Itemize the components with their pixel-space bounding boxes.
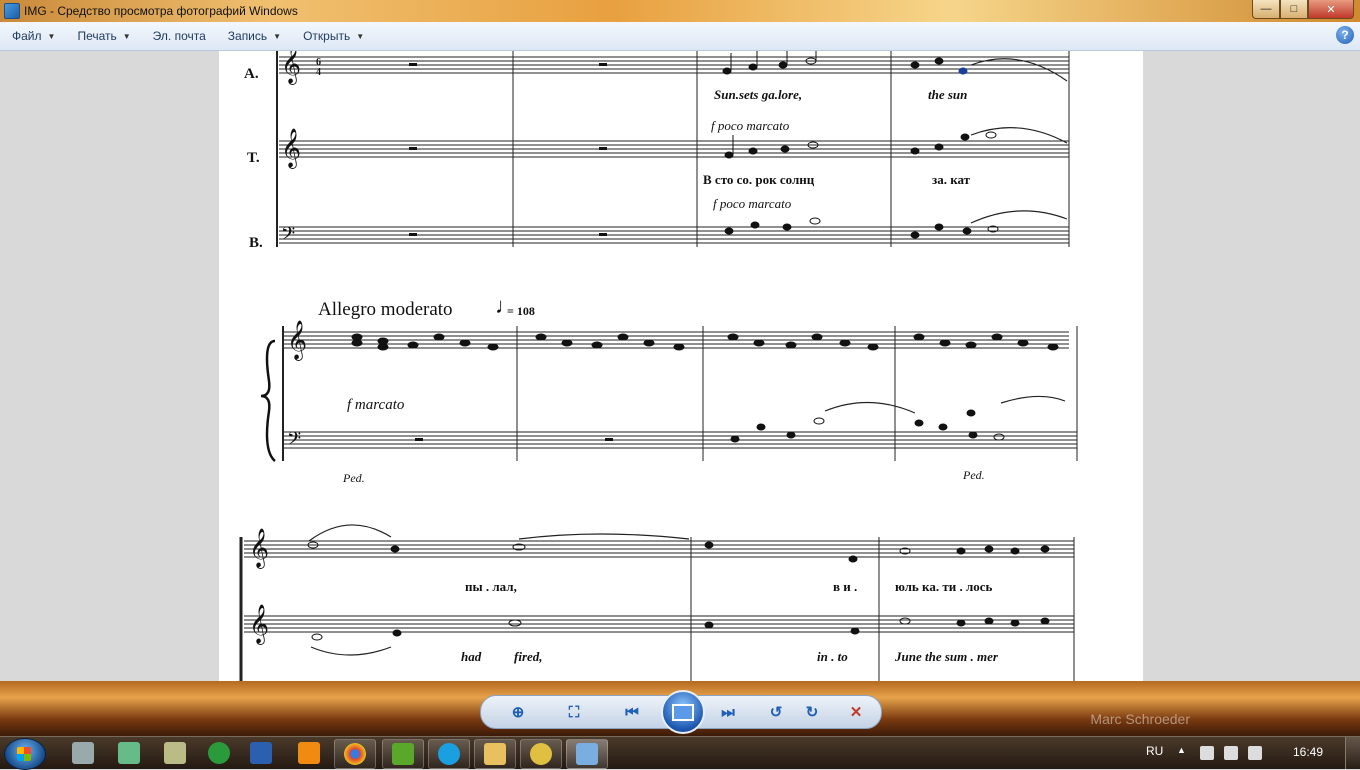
skype-icon [438, 743, 460, 765]
lyric-s2-7: June the sum . mer [894, 649, 999, 664]
maximize-button[interactable]: □ [1280, 0, 1308, 19]
previous-icon[interactable]: ⏮ [621, 702, 643, 722]
taskbar-utorrent[interactable] [382, 739, 424, 769]
menu-email[interactable]: Эл. почта [141, 22, 216, 50]
dynamic-piano: f marcato [347, 397, 405, 413]
network-tool-icon[interactable] [118, 742, 140, 764]
menu-print-label: Печать [77, 29, 117, 43]
part-label-bass: B. [249, 235, 263, 251]
zoom-icon[interactable]: ⊕ [507, 702, 529, 722]
taskbar-skype[interactable] [428, 739, 470, 769]
windows-logo-icon [17, 747, 31, 761]
image-viewport[interactable]: 𝄞 𝄞 𝄞 𝄞 𝄞 𝄢 𝄢 A. T. B. 6 4 Sun.sets ga.l… [0, 51, 1360, 681]
lyric-alto-2: the sun [928, 87, 967, 102]
menu-burn-label: Запись [227, 29, 268, 43]
actual-size-icon[interactable]: ⛶ [563, 702, 585, 722]
triangle-app-icon [530, 743, 552, 765]
close-button[interactable]: ✕ [1308, 0, 1354, 19]
bass-clef-icon: 𝄢 [287, 428, 301, 453]
menu-open[interactable]: Открыть ▼ [291, 22, 374, 50]
photo-viewer-icon [576, 743, 598, 765]
lyric-s2-6: in . to [817, 649, 848, 664]
lyric-s2-2: в и . [833, 579, 857, 594]
tray-device-icon[interactable] [1200, 746, 1214, 760]
treble-clef-icon: 𝄞 [249, 605, 269, 645]
folder-icon [484, 743, 506, 765]
lyric-s2-5: fired, [514, 649, 543, 664]
chevron-down-icon: ▼ [356, 31, 365, 41]
help-button[interactable]: ? [1336, 26, 1354, 44]
score-drawing: 𝄞 𝄞 𝄞 𝄞 𝄞 𝄢 𝄢 A. T. B. 6 4 Sun.sets ga.l… [239, 51, 1078, 681]
menu-open-label: Открыть [303, 29, 351, 43]
desktop-watermark: Marc Schroeder [1090, 711, 1190, 727]
time-signature-bottom: 4 [316, 67, 321, 78]
lyric-s2-4: had [461, 649, 482, 664]
menu-print[interactable]: Печать ▼ [65, 22, 140, 50]
taskbar-explorer[interactable] [474, 739, 516, 769]
lyric-tenor-1: В сто со. рок солнц [703, 172, 815, 187]
show-desktop-button[interactable] [1345, 737, 1360, 769]
printer-icon[interactable] [72, 742, 94, 764]
slideshow-icon [672, 703, 694, 721]
start-button[interactable] [4, 738, 46, 770]
viewer-toolbar: ⊕ ⛶ ⏮ ⏭ ↺ ↻ ✕ [480, 690, 882, 734]
lyric-tenor-2: за. кат [932, 172, 971, 187]
rotate-ccw-icon[interactable]: ↺ [765, 702, 787, 722]
part-label-alto: A. [244, 66, 259, 82]
window-controls: — □ ✕ [1252, 0, 1354, 19]
vlc-icon[interactable] [298, 742, 320, 764]
lyric-s2-1: пы . лал, [465, 579, 517, 594]
playback-control-strip: Marc Schroeder ⊕ ⛶ ⏮ ⏭ ↺ ↻ ✕ [0, 681, 1360, 736]
menu-file-label: Файл [12, 29, 42, 43]
taskbar-photo-viewer[interactable] [566, 739, 608, 769]
sheet-music-image: 𝄞 𝄞 𝄞 𝄞 𝄞 𝄢 𝄢 A. T. B. 6 4 Sun.sets ga.l… [219, 51, 1143, 681]
tempo-marking: Allegro moderato [318, 299, 453, 320]
tray-expand-icon[interactable]: ▲ [1177, 745, 1186, 755]
taskbar-app[interactable] [520, 739, 562, 769]
window-title: IMG - Средство просмотра фотографий Wind… [24, 4, 298, 18]
minimize-button[interactable]: — [1252, 0, 1280, 19]
torrent-icon[interactable] [208, 742, 230, 764]
tray-flag-icon[interactable] [1224, 746, 1238, 760]
pedal-mark-2: Ped. [962, 468, 985, 482]
treble-clef-icon: 𝄞 [249, 529, 269, 569]
photo-viewer-app-icon [4, 3, 20, 19]
word-icon[interactable] [250, 742, 272, 764]
treble-clef-icon: 𝄞 [287, 321, 307, 361]
clock[interactable]: 16:49 [1293, 745, 1323, 759]
chrome-icon [344, 743, 366, 765]
treble-clef-icon: 𝄞 [281, 129, 301, 169]
chevron-down-icon: ▼ [47, 31, 56, 41]
menu-file[interactable]: Файл ▼ [0, 22, 65, 50]
language-indicator[interactable]: RU [1146, 744, 1163, 758]
lyric-alto-1: Sun.sets ga.lore, [714, 87, 802, 102]
title-bar: IMG - Средство просмотра фотографий Wind… [0, 0, 1360, 22]
menu-burn[interactable]: Запись ▼ [216, 22, 291, 50]
menu-bar: Файл ▼ Печать ▼ Эл. почта Запись ▼ Откры… [0, 22, 1360, 51]
settings-tool-icon[interactable] [164, 742, 186, 764]
chevron-down-icon: ▼ [273, 31, 282, 41]
utorrent-icon [392, 743, 414, 765]
delete-icon[interactable]: ✕ [845, 702, 867, 722]
dynamic-tenor: f poco marcato [713, 196, 792, 211]
tray-volume-icon[interactable] [1248, 746, 1262, 760]
treble-clef-icon: 𝄞 [281, 51, 301, 85]
pedal-mark-1: Ped. [342, 471, 365, 485]
taskbar-chrome[interactable] [334, 739, 376, 769]
menu-email-label: Эл. почта [152, 29, 206, 43]
next-icon[interactable]: ⏭ [717, 702, 739, 722]
metronome-marking: = 108 [507, 304, 535, 318]
bass-clef-icon: 𝄢 [281, 223, 295, 248]
rotate-cw-icon[interactable]: ↻ [801, 702, 823, 722]
chevron-down-icon: ▼ [122, 31, 131, 41]
part-label-tenor: T. [247, 150, 260, 166]
taskbar: RU ▲ 16:49 [0, 736, 1360, 770]
slideshow-button[interactable] [661, 690, 705, 734]
dynamic-alto: f poco marcato [711, 118, 790, 133]
lyric-s2-3: юль ка. ти . лось [895, 579, 993, 594]
